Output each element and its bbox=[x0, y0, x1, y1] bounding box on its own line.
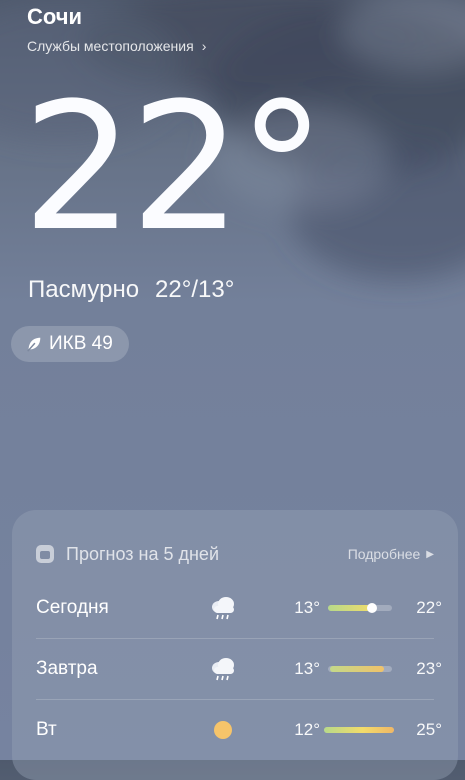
high-temp: 22° bbox=[416, 598, 442, 617]
temp-range-fill bbox=[324, 727, 394, 733]
day-label: Сегодня bbox=[36, 597, 109, 618]
degree-symbol: ° bbox=[237, 65, 326, 270]
more-button[interactable]: Подробнее ▶ bbox=[348, 546, 434, 562]
condition-text: Пасмурно bbox=[28, 276, 140, 303]
low-temp: 13° bbox=[294, 659, 320, 678]
low-temp: 12° bbox=[294, 720, 320, 739]
location-services-link[interactable]: Службы местоположения › bbox=[27, 38, 206, 54]
temp-range-fill bbox=[330, 666, 384, 672]
location-services-label: Службы местоположения bbox=[27, 38, 194, 54]
low-temp: 13° bbox=[294, 598, 320, 617]
forecast-header: Прогноз на 5 дней Подробнее ▶ bbox=[36, 542, 434, 566]
location-header: Сочи Службы местоположения › bbox=[27, 4, 206, 54]
high-temp: 25° bbox=[416, 720, 442, 739]
temp-range-bar bbox=[328, 666, 392, 672]
temp-range-bar bbox=[328, 603, 392, 613]
city-name[interactable]: Сочи bbox=[27, 4, 206, 30]
rain-cloud-icon bbox=[212, 658, 234, 681]
current-temperature: 22° bbox=[22, 78, 326, 258]
leaf-icon bbox=[27, 337, 41, 352]
aqi-label: ИКВ 49 bbox=[49, 333, 113, 354]
aqi-badge[interactable]: ИКВ 49 bbox=[11, 326, 129, 362]
weather-summary: Пасмурно 22°/13° bbox=[28, 276, 234, 304]
day-label: Завтра bbox=[36, 658, 98, 679]
sun-icon bbox=[214, 721, 232, 739]
current-temp-marker bbox=[367, 603, 377, 613]
temperature-value: 22 bbox=[22, 65, 242, 270]
forecast-title-group: Прогноз на 5 дней bbox=[36, 544, 219, 565]
day-label: Вт bbox=[36, 719, 57, 740]
rain-cloud-icon bbox=[212, 597, 234, 620]
high-temp: 23° bbox=[416, 659, 442, 678]
forecast-row-tomorrow[interactable]: Завтра 13° 23° bbox=[36, 638, 442, 700]
forecast-row-today[interactable]: Сегодня 13° 22° bbox=[36, 577, 442, 639]
temp-range: 22°/13° bbox=[155, 276, 235, 303]
chevron-right-icon: › bbox=[201, 38, 207, 54]
calendar-icon bbox=[36, 545, 54, 563]
forecast-card: Прогноз на 5 дней Подробнее ▶ Сегодня 13… bbox=[12, 510, 458, 780]
triangle-right-icon: ▶ bbox=[426, 548, 434, 560]
forecast-row-tue[interactable]: Вт 12° 25° bbox=[36, 699, 442, 761]
forecast-title: Прогноз на 5 дней bbox=[66, 543, 219, 564]
temp-range-bar bbox=[324, 727, 394, 733]
more-label: Подробнее bbox=[347, 546, 421, 562]
